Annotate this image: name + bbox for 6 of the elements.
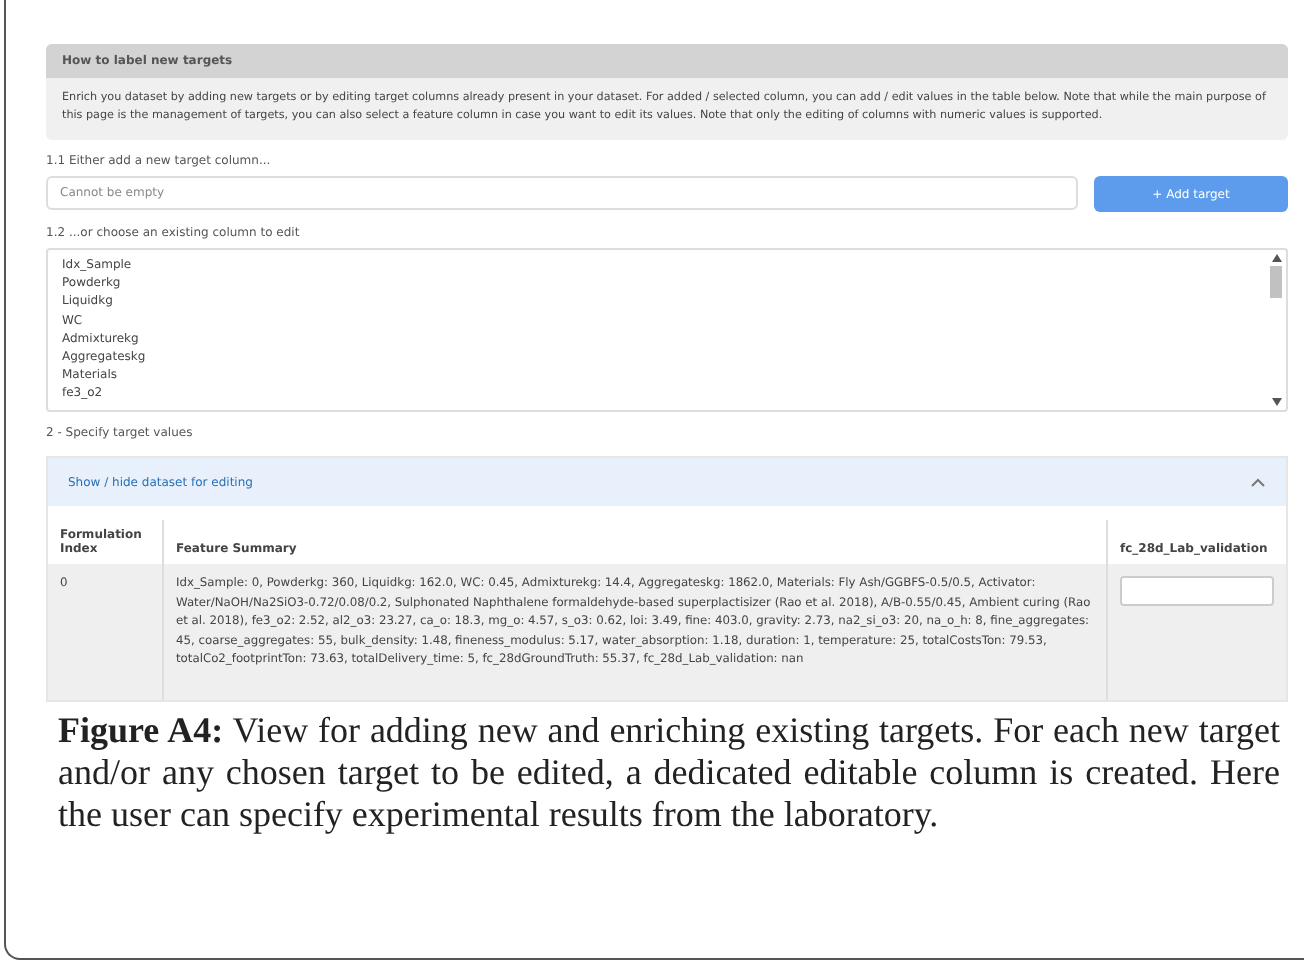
chevron-icon[interactable] (1250, 477, 1266, 487)
value-input-field[interactable] (1120, 576, 1274, 606)
scrollbar-thumb[interactable] (1270, 266, 1282, 298)
scroll-up-icon[interactable] (1271, 254, 1281, 262)
scroll-down-icon[interactable] (1271, 398, 1281, 406)
figure-caption: Figure A4: View for adding new and enriching existing targets. For each new target and/or any chosen target to be edited, a dedicated editable column is created. Here the user can specify experimental results from the laboratory. (58, 709, 1280, 835)
